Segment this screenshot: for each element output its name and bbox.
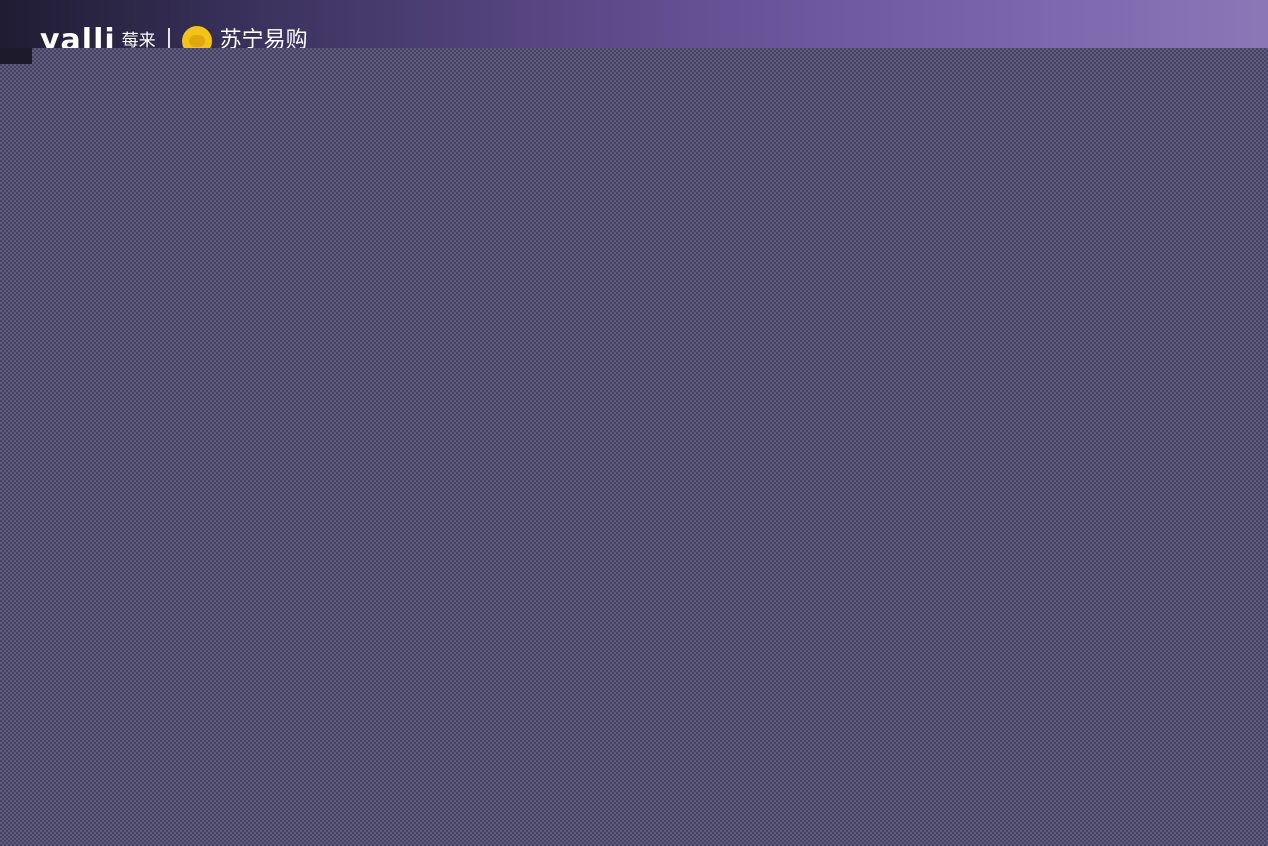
app-page: yalli 莓来 苏宁易购 bbox=[0, 0, 1268, 846]
overlay-corner bbox=[0, 48, 32, 64]
loading-overlay bbox=[0, 48, 1268, 846]
